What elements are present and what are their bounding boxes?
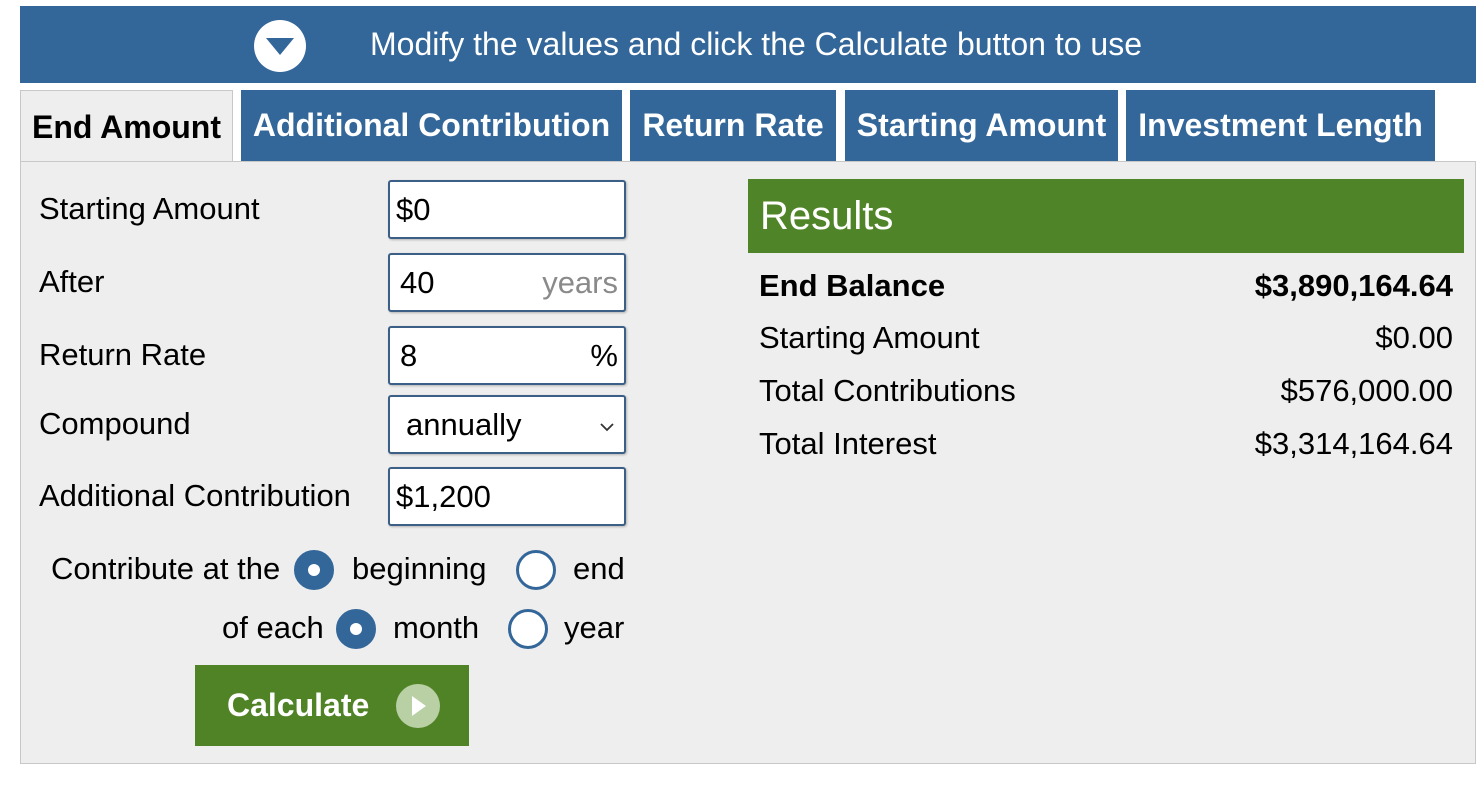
result-value: $3,890,164.64 bbox=[1254, 268, 1453, 303]
result-label: Starting Amount bbox=[759, 320, 980, 355]
year-label[interactable]: year bbox=[564, 610, 624, 646]
tab-additional-contribution[interactable]: Additional Contribution bbox=[241, 90, 622, 161]
tab-return-rate[interactable]: Return Rate bbox=[630, 90, 836, 161]
calculate-button[interactable]: Calculate bbox=[195, 665, 469, 746]
compound-select[interactable]: annually bbox=[388, 395, 626, 454]
additional-contribution-value: $1,200 bbox=[396, 478, 491, 514]
additional-contribution-label: Additional Contribution bbox=[39, 478, 351, 513]
starting-amount-input[interactable]: $0 bbox=[388, 180, 626, 239]
years-unit: years bbox=[542, 264, 618, 300]
beginning-label[interactable]: beginning bbox=[352, 551, 486, 587]
banner-text: Modify the values and click the Calculat… bbox=[370, 26, 1142, 62]
compound-label: Compound bbox=[39, 406, 191, 441]
result-row-starting-amount: Starting Amount $0.00 bbox=[759, 320, 1453, 356]
result-label: Total Contributions bbox=[759, 373, 1016, 408]
return-rate-input[interactable]: 8 % bbox=[388, 326, 626, 385]
additional-contribution-input[interactable]: $1,200 bbox=[388, 467, 626, 526]
tab-end-amount[interactable]: End Amount bbox=[20, 90, 233, 163]
result-row-total-interest: Total Interest $3,314,164.64 bbox=[759, 426, 1453, 462]
radio-beginning[interactable] bbox=[294, 550, 334, 590]
radio-end[interactable] bbox=[516, 550, 556, 590]
contribute-at-label: Contribute at the bbox=[51, 551, 281, 586]
end-label[interactable]: end bbox=[573, 551, 625, 587]
compound-value: annually bbox=[406, 406, 522, 442]
return-rate-label: Return Rate bbox=[39, 337, 207, 372]
result-label: End Balance bbox=[759, 268, 946, 303]
result-value: $576,000.00 bbox=[1280, 373, 1453, 408]
result-row-end-balance: End Balance $3,890,164.64 bbox=[759, 268, 1453, 304]
result-value: $0.00 bbox=[1375, 320, 1453, 355]
radio-month[interactable] bbox=[336, 609, 376, 649]
result-label: Total Interest bbox=[759, 426, 937, 461]
of-each-label: of each bbox=[222, 610, 324, 645]
tab-starting-amount[interactable]: Starting Amount bbox=[845, 90, 1118, 161]
percent-unit: % bbox=[590, 337, 618, 373]
calculate-label: Calculate bbox=[227, 687, 370, 723]
result-row-total-contributions: Total Contributions $576,000.00 bbox=[759, 373, 1453, 409]
chevron-down-circle-icon[interactable] bbox=[254, 20, 306, 72]
result-value: $3,314,164.64 bbox=[1254, 426, 1453, 461]
radio-year[interactable] bbox=[508, 609, 548, 649]
month-label[interactable]: month bbox=[393, 610, 479, 646]
return-rate-value: 8 bbox=[400, 337, 418, 373]
after-value: 40 bbox=[400, 264, 435, 300]
after-years-input[interactable]: 40 years bbox=[388, 253, 626, 312]
chevron-down-icon bbox=[600, 412, 614, 438]
after-label: After bbox=[39, 264, 105, 299]
starting-amount-label: Starting Amount bbox=[39, 191, 260, 226]
instruction-banner[interactable]: Modify the values and click the Calculat… bbox=[20, 6, 1476, 83]
tab-investment-length[interactable]: Investment Length bbox=[1126, 90, 1435, 161]
starting-amount-value: $0 bbox=[396, 191, 431, 227]
results-header: Results bbox=[748, 179, 1464, 253]
play-icon bbox=[396, 684, 440, 728]
